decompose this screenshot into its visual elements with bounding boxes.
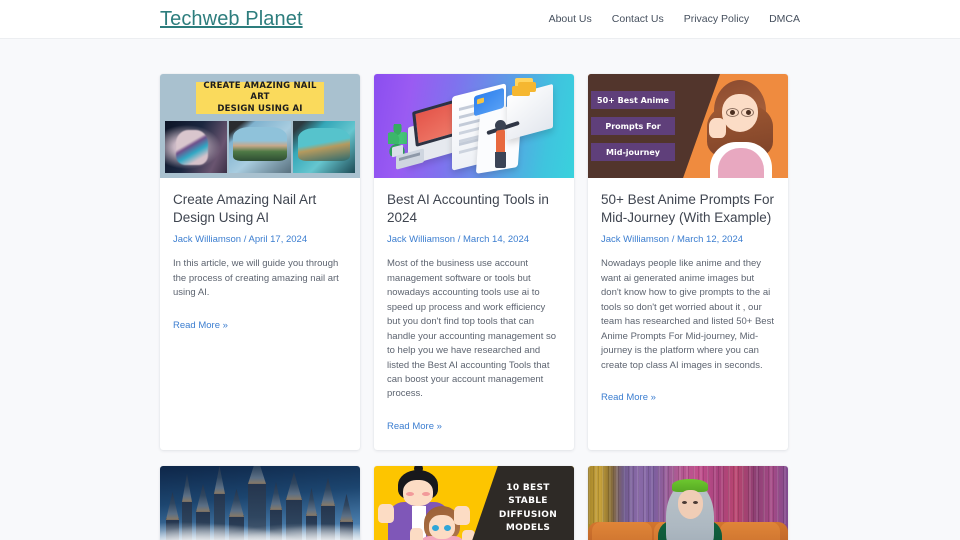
anime-girl-eye-left (730, 110, 735, 115)
post-excerpt: Most of the business use account managem… (387, 258, 557, 400)
accounting-illustration-thumbnail[interactable] (374, 74, 574, 178)
read-more-link[interactable]: Read More » (387, 421, 442, 432)
site-logo[interactable]: Techweb Planet (160, 8, 303, 31)
header-inner: Techweb Planet About Us Contact Us Priva… (160, 0, 800, 38)
anime-prompts-thumbnail[interactable]: 50+ Best Anime Prompts For Mid-journey (588, 74, 788, 178)
singer-portrait-thumbnail[interactable] (588, 465, 788, 540)
nail-photo-2 (229, 121, 291, 173)
nail-art-thumbnail[interactable]: CREATE AMAZING NAIL ART DESIGN USING AI (160, 74, 360, 178)
card-body: Create Amazing Nail Art Design Using AI … (160, 178, 360, 349)
post-title[interactable]: Best AI Accounting Tools in 2024 (387, 191, 561, 227)
thumbnail-label-2: Prompts For (591, 117, 675, 135)
post-byline[interactable]: Jack Williamson / March 12, 2024 (601, 234, 775, 245)
nav-link-contact-us[interactable]: Contact Us (612, 13, 664, 25)
nail-photo-1 (165, 121, 227, 173)
person-legs-icon (495, 152, 506, 168)
site-header: Techweb Planet About Us Contact Us Priva… (0, 0, 960, 39)
post-card[interactable] (160, 465, 360, 540)
post-card[interactable]: 10 BEST STABLE DIFFUSION MODELS (374, 465, 574, 540)
read-more-link[interactable]: Read More » (173, 320, 228, 331)
read-more-link[interactable]: Read More » (601, 392, 656, 403)
post-title[interactable]: 50+ Best Anime Prompts For Mid-Journey (… (601, 191, 775, 227)
anime-girl-body (710, 142, 772, 178)
post-byline[interactable]: Jack Williamson / April 17, 2024 (173, 234, 347, 245)
raised-hand-icon (454, 505, 470, 525)
anime-girl-eye-right (746, 110, 751, 115)
page-main: CREATE AMAZING NAIL ART DESIGN USING AI … (160, 39, 800, 540)
nav-link-privacy-policy[interactable]: Privacy Policy (684, 13, 749, 25)
post-card[interactable]: 50+ Best Anime Prompts For Mid-journey 5… (588, 74, 788, 450)
anime-girl-face (722, 94, 758, 132)
post-card[interactable] (588, 465, 788, 540)
post-excerpt: In this article, we will guide you throu… (173, 258, 339, 299)
thumbnail-headline: 10 BEST STABLE DIFFUSION MODELS (498, 482, 558, 534)
post-card[interactable]: CREATE AMAZING NAIL ART DESIGN USING AI … (160, 74, 360, 450)
anime-girl-hand (709, 118, 726, 138)
post-excerpt: Nowadays people like anime and they want… (601, 258, 774, 371)
couch-cushion (592, 521, 652, 540)
main-navigation: About Us Contact Us Privacy Policy DMCA (549, 13, 800, 25)
anime-girl2-face (429, 514, 455, 539)
nav-link-dmca[interactable]: DMCA (769, 13, 800, 25)
raised-hand-icon (410, 527, 423, 540)
post-byline[interactable]: Jack Williamson / March 14, 2024 (387, 234, 561, 245)
banner-line-2: DESIGN USING AI (217, 103, 303, 114)
card-body: Best AI Accounting Tools in 2024 Jack Wi… (374, 178, 574, 450)
banner-line-1: CREATE AMAZING NAIL ART (203, 80, 317, 103)
singer-face (678, 489, 703, 519)
anime-boy-face (403, 479, 433, 506)
coins-icon (512, 86, 530, 96)
couch-cushion (720, 521, 780, 540)
stable-diffusion-thumbnail[interactable]: 10 BEST STABLE DIFFUSION MODELS (374, 465, 574, 540)
thumbnail-banner: CREATE AMAZING NAIL ART DESIGN USING AI (196, 80, 324, 114)
thumbnail-label-1: 50+ Best Anime (591, 91, 675, 109)
post-card[interactable]: Best AI Accounting Tools in 2024 Jack Wi… (374, 74, 574, 450)
thumbnail-label-3: Mid-journey (591, 143, 675, 161)
city-clouds (160, 511, 360, 540)
post-grid: CREATE AMAZING NAIL ART DESIGN USING AI … (160, 74, 800, 540)
futuristic-city-thumbnail[interactable] (160, 465, 360, 540)
nav-link-about-us[interactable]: About Us (549, 13, 592, 25)
post-title[interactable]: Create Amazing Nail Art Design Using AI (173, 191, 347, 227)
raised-hand-icon (378, 503, 394, 523)
card-body: 50+ Best Anime Prompts For Mid-Journey (… (588, 178, 788, 421)
nail-photo-3 (293, 121, 355, 173)
